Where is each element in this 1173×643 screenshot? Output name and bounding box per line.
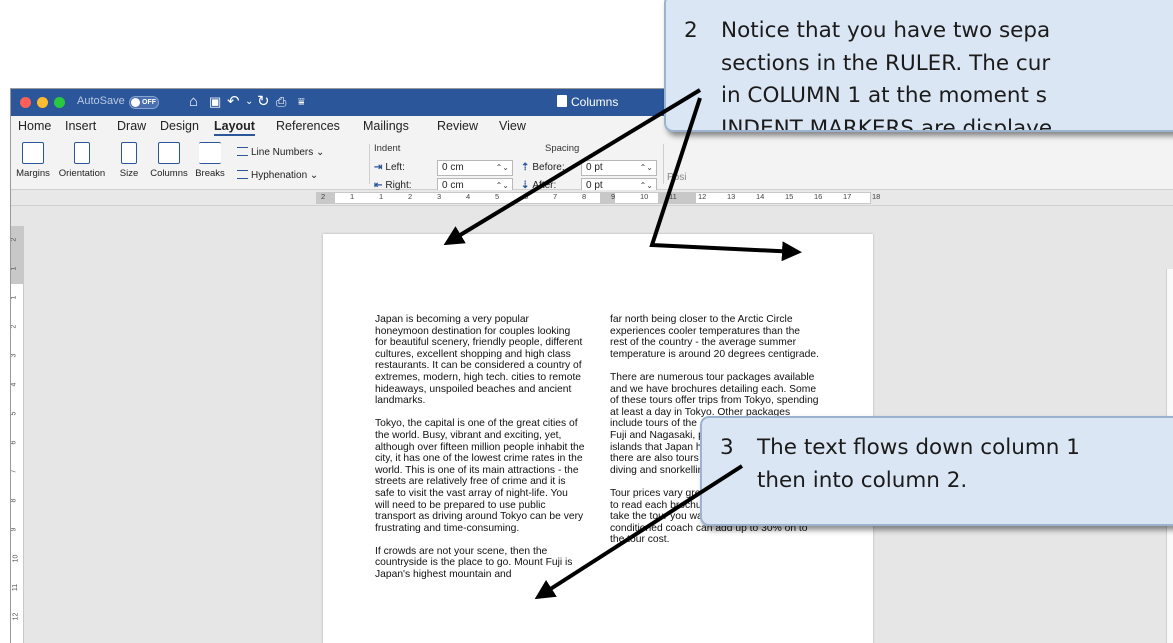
- arrow-text-flow: [534, 464, 744, 600]
- annotation-arrows: [443, 88, 802, 600]
- arrow-to-column2-ruler: [649, 97, 802, 262]
